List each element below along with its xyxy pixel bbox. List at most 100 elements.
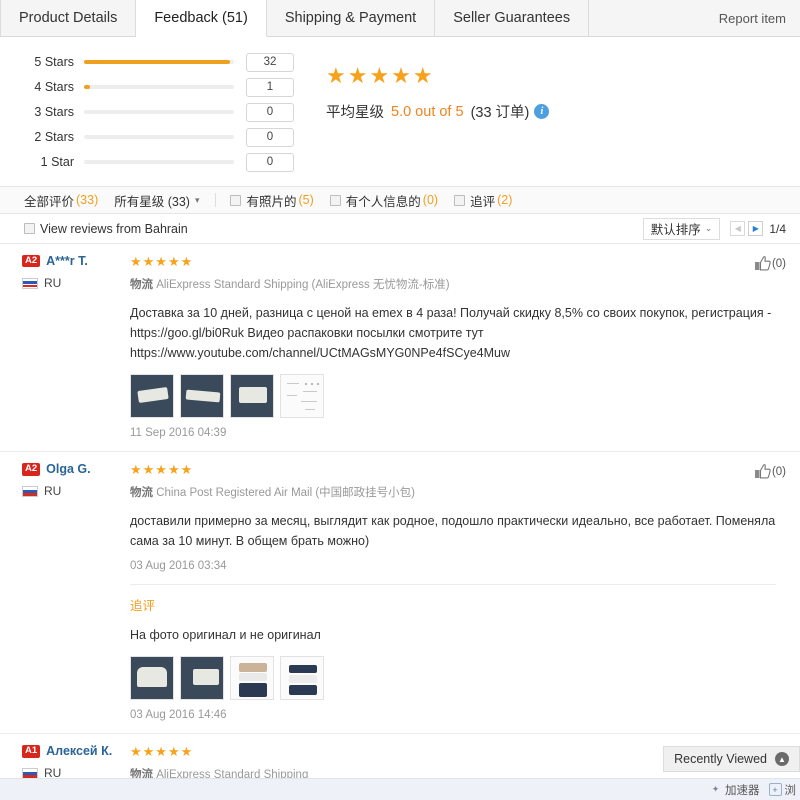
rating-bar-track: [84, 85, 234, 89]
info-icon[interactable]: i: [534, 104, 550, 119]
review-thumbnail[interactable]: [130, 374, 174, 419]
tab-feedback[interactable]: Feedback (51): [136, 0, 267, 37]
average-score: 5.0 out of 5: [391, 103, 464, 120]
tab-bar: Product Details Feedback (51) Shipping &…: [0, 0, 800, 37]
like-count: (0): [771, 257, 786, 270]
accelerator-item[interactable]: ✦ 加速器: [709, 782, 760, 798]
review-thumbnail[interactable]: [230, 656, 274, 701]
filter-count: (5): [298, 193, 314, 207]
rating-label: 4 Stars: [34, 80, 74, 94]
tab-shipping-payment[interactable]: Shipping & Payment: [266, 0, 436, 36]
filter-count: (33): [76, 193, 99, 207]
filter-label: 有照片的: [246, 194, 297, 209]
recently-viewed-widget[interactable]: Recently Viewed ▲: [663, 746, 800, 772]
page-indicator: 1/4: [769, 221, 786, 236]
rating-count: 0: [246, 127, 294, 147]
filter-divider: [215, 193, 217, 207]
sort-dropdown[interactable]: 默认排序 ⌄: [642, 217, 721, 240]
logistics-label: 物流: [130, 486, 153, 499]
rating-bar-fill: [84, 60, 230, 64]
review-thumbnail[interactable]: [280, 374, 324, 419]
rating-row-3[interactable]: 3 Stars 0: [24, 101, 310, 123]
next-page-button[interactable]: ▶: [748, 221, 764, 236]
tab-label: Feedback (51): [154, 10, 248, 26]
country-code: RU: [44, 484, 62, 499]
rating-row-5[interactable]: 5 Stars 32: [24, 51, 310, 73]
filter-label: 追评: [470, 194, 496, 209]
review-logistics: 物流 AliExpress Standard Shipping (AliExpr…: [130, 276, 776, 292]
review-thumbnail[interactable]: [180, 656, 224, 701]
level-badge: A1: [22, 744, 41, 758]
logistics-value: China Post Registered Air Mail (中国邮政挂号小包…: [156, 486, 416, 499]
view-country-label: View reviews from Bahrain: [40, 221, 188, 236]
checkbox-icon[interactable]: [24, 223, 35, 234]
average-line: 平均星级 5.0 out of 5 (33 订单) i: [326, 101, 550, 122]
review-body: ★★★★★ 物流 AliExpress Standard Shipping (A…: [130, 254, 786, 451]
logistics-label: 物流: [130, 278, 153, 291]
feedback-page: Product Details Feedback (51) Shipping &…: [0, 0, 800, 800]
tab-bar-spacer: [589, 0, 705, 36]
checkbox-icon[interactable]: [454, 194, 466, 206]
review-date: 03 Aug 2016 03:34: [130, 560, 227, 573]
additional-review: 追评 На фото оригинал и не оригинал 03 Aug…: [130, 584, 776, 733]
average-rating-block: ★★★★★ 平均星级 5.0 out of 5 (33 订单) i: [310, 51, 550, 176]
review-like-button[interactable]: (0): [754, 464, 786, 479]
additional-review-title: 追评: [130, 599, 156, 614]
review-author-name[interactable]: A***r T.: [46, 254, 88, 268]
review-thumbnail[interactable]: [130, 656, 174, 701]
pagination: ◀ ▶ 1/4: [730, 221, 786, 236]
rating-label: 5 Stars: [34, 55, 74, 69]
rating-row-4[interactable]: 4 Stars 1: [24, 76, 310, 98]
thumbs-up-icon: [754, 464, 771, 479]
thumbs-up-icon: [754, 256, 771, 271]
rating-count: 32: [246, 52, 294, 72]
filter-label: 有个人信息的: [345, 194, 421, 209]
review-thumbnail[interactable]: [280, 656, 324, 701]
review-author-block: A2 Olga G. RU: [22, 462, 130, 733]
checkbox-icon[interactable]: [230, 194, 242, 206]
review-stars: ★★★★★: [130, 462, 194, 478]
flag-ru-icon: [22, 277, 38, 289]
review-thumbnail[interactable]: [180, 374, 224, 419]
review-user: A1 Алексей К.: [22, 744, 130, 758]
chevron-up-icon[interactable]: ▲: [775, 752, 789, 766]
review-author-name[interactable]: Алексей К.: [46, 744, 112, 758]
filter-all-stars[interactable]: 所有星级 (33) ▾: [114, 191, 199, 210]
filter-with-personal-info[interactable]: 有个人信息的 (0): [329, 191, 439, 210]
rating-bar-fill: [84, 85, 90, 89]
tab-label: Shipping & Payment: [284, 10, 417, 26]
average-stars: ★★★★★: [326, 63, 435, 88]
tab-product-details[interactable]: Product Details: [0, 0, 137, 36]
rocket-icon: ✦: [711, 784, 720, 794]
tab-seller-guarantees[interactable]: Seller Guarantees: [435, 0, 590, 36]
tab-label: Product Details: [19, 10, 118, 26]
rating-count: 0: [246, 102, 294, 122]
additional-review-text: На фото оригинал и не оригинал: [130, 628, 321, 643]
prev-page-button[interactable]: ◀: [730, 221, 746, 236]
checkbox-icon[interactable]: [329, 194, 341, 206]
rating-row-1[interactable]: 1 Star 0: [24, 151, 310, 173]
review-thumbnail[interactable]: [230, 374, 274, 419]
rating-label: 2 Stars: [34, 130, 74, 144]
review-user: A2 A***r T.: [22, 254, 130, 268]
review-like-button[interactable]: (0): [754, 256, 786, 271]
filter-count: (2): [497, 193, 513, 207]
rating-bar-track: [84, 160, 234, 164]
review-author-name[interactable]: Olga G.: [46, 462, 90, 476]
review-thumbnails: [130, 374, 776, 419]
rating-row-2[interactable]: 2 Stars 0: [24, 126, 310, 148]
filter-additional-reviews[interactable]: 追评 (2): [454, 191, 512, 210]
filter-all-reviews[interactable]: 全部评价 (33): [24, 191, 98, 210]
level-badge: A2: [22, 254, 41, 268]
recently-viewed-label: Recently Viewed: [674, 752, 767, 766]
rating-bar-track: [84, 60, 234, 64]
view-reviews-from-country[interactable]: View reviews from Bahrain: [24, 222, 188, 236]
review-user: A2 Olga G.: [22, 462, 130, 476]
report-item-link[interactable]: Report item: [705, 0, 800, 36]
filter-with-photo[interactable]: 有照片的 (5): [230, 191, 314, 210]
rating-count: 0: [246, 152, 294, 172]
review-body: ★★★★★ 物流 China Post Registered Air Mail …: [130, 462, 786, 733]
browser-status-bar: ✦ 加速器 + 浏: [0, 778, 800, 800]
filter-count: (0): [422, 193, 439, 207]
browse-item[interactable]: + 浏: [768, 782, 796, 798]
